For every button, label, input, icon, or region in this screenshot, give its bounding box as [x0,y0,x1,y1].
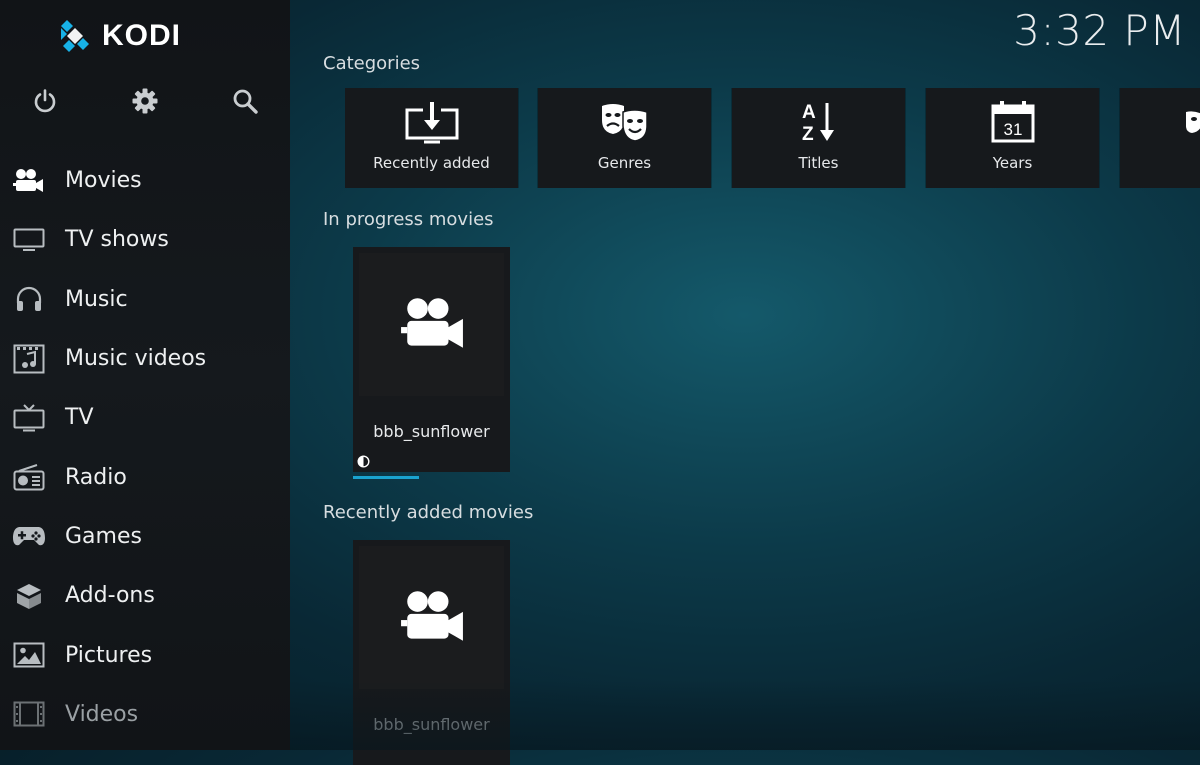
svg-text:Z: Z [802,124,814,144]
svg-text:A: A [802,102,816,123]
sidebar-item-label: Games [65,523,142,549]
search-button[interactable] [228,84,262,118]
in-progress-title: In progress movies [323,209,494,230]
clock: 3:32 PM [1013,6,1186,55]
top-icon-bar [0,84,290,118]
music-video-icon [12,344,46,374]
movie-poster-recently-added[interactable]: bbb_sunflower [353,540,510,765]
actors-mask-icon [1120,100,1200,144]
movie-camera-icon [12,166,46,196]
gamepad-icon [12,521,46,551]
sidebar-item-label: TV [65,405,94,431]
movie-title: bbb_sunflower [373,715,490,734]
picture-icon [12,640,46,670]
kodi-logo-text: KODI [102,19,181,52]
addons-box-icon [12,581,46,611]
categories-row: Recently added Genres A Z Titles 31 Year… [345,88,1200,188]
sidebar-item-label: Music [65,286,128,312]
az-sort-icon: A Z [732,100,905,144]
sidebar-item-label: Add-ons [65,583,155,609]
main-menu: Movies TV shows Music Music videos TV Ra… [0,151,290,744]
sidebar-item-tv-shows[interactable]: TV shows [0,210,290,269]
sidebar-item-radio[interactable]: Radio [0,447,290,506]
category-label: Ac [1120,154,1200,172]
settings-button[interactable] [128,84,162,118]
sidebar-item-label: Pictures [65,642,153,668]
sidebar-item-add-ons[interactable]: Add-ons [0,566,290,625]
sidebar-item-tv[interactable]: TV [0,388,290,447]
category-label: Years [992,154,1033,172]
recently-added-icon [345,100,518,144]
movie-progress-fill [353,476,419,479]
kodi-logo-icon [61,20,89,52]
sidebar-item-label: TV shows [65,227,169,253]
tv-icon [12,403,46,433]
kodi-logo[interactable]: KODI [56,18,181,54]
sidebar-item-label: Movies [65,168,142,194]
monitor-icon [12,225,46,255]
category-label: Titles [798,154,839,172]
poster-placeholder [359,253,504,396]
calendar-icon: 31 [926,100,1099,144]
search-icon [233,89,258,114]
category-label: Genres [597,154,652,172]
calendar-day: 31 [1003,120,1022,139]
movie-poster-in-progress[interactable]: bbb_sunflower [353,247,510,472]
headphones-icon [12,284,46,314]
category-tile-genres[interactable]: Genres [538,88,711,188]
movie-title: bbb_sunflower [373,422,490,441]
sidebar-item-label: Music videos [65,346,207,372]
power-icon [34,89,56,113]
sidebar-item-movies[interactable]: Movies [0,151,290,210]
sidebar-item-videos[interactable]: Videos [0,685,290,744]
sidebar-item-music-videos[interactable]: Music videos [0,329,290,388]
category-label: Recently added [373,154,490,172]
categories-title: Categories [323,53,421,74]
poster-placeholder [359,546,504,689]
movie-camera-icon [400,297,463,348]
category-tile-titles[interactable]: A Z Titles [732,88,905,188]
category-tile-years[interactable]: 31 Years [926,88,1099,188]
category-tile-recently-added[interactable]: Recently added [345,88,518,188]
sidebar-item-music[interactable]: Music [0,270,290,329]
movie-camera-icon [400,590,463,641]
category-tile-actors[interactable]: Ac [1120,88,1200,188]
partially-watched-icon [357,455,370,468]
sidebar: KODI Movies TV shows Music Music videos … [0,0,290,750]
movie-progress-bar [353,476,510,479]
radio-icon [12,462,46,492]
theater-masks-icon [538,100,711,144]
recently-added-title: Recently added movies [323,502,534,523]
film-strip-icon [12,699,46,729]
gear-icon [132,88,158,114]
sidebar-item-label: Videos [65,701,139,727]
sidebar-item-label: Radio [65,464,127,490]
sidebar-item-games[interactable]: Games [0,507,290,566]
power-button[interactable] [28,84,62,118]
sidebar-item-pictures[interactable]: Pictures [0,625,290,684]
